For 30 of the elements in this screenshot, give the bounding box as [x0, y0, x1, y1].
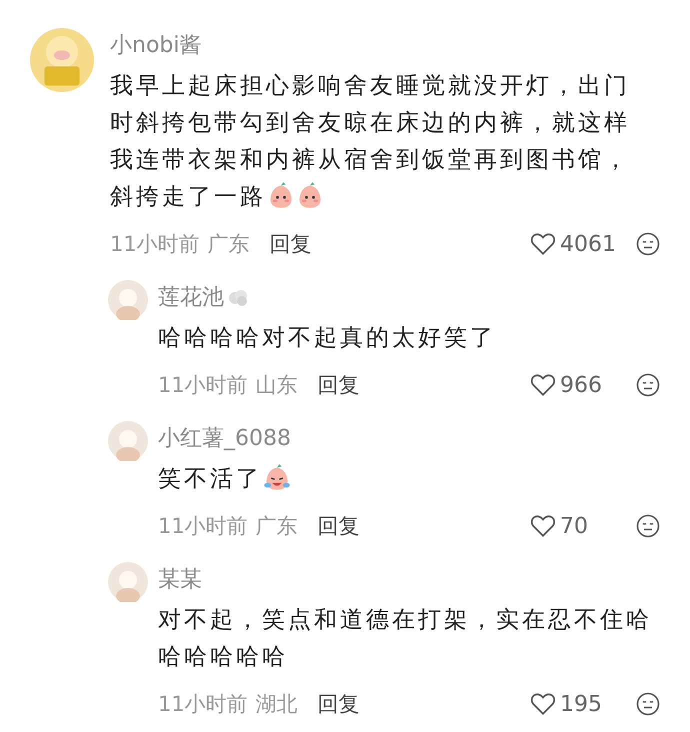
neutral-face-icon[interactable] — [636, 373, 660, 397]
cloud-icon — [226, 288, 250, 308]
reply-link[interactable]: 回复 — [318, 371, 360, 399]
comment-time: 11小时前 — [158, 372, 248, 399]
like-icon[interactable] — [530, 232, 556, 256]
comment-location: 湖北 — [256, 691, 298, 718]
like-count: 195 — [560, 692, 603, 716]
comment-location: 广东 — [256, 513, 298, 540]
comment-text: 我早上起床担心影响舍友睡觉就没开灯，出门时斜挎包带勾到舍友晾在床边的内裤，就这样我连带衣架和内裤从宿舍到饭堂再到图书馆，斜挎走了一路 — [110, 73, 630, 210]
reply-link[interactable]: 回复 — [318, 690, 360, 718]
comment-text: 对不起，笑点和道德在打架，实在忍不住哈哈哈哈哈哈 — [158, 607, 652, 670]
reply-link[interactable]: 回复 — [270, 230, 312, 258]
like-count: 4061 — [560, 232, 616, 256]
comment-text: 笑不活了 — [158, 466, 291, 492]
crying-face-icon — [263, 463, 291, 491]
like-icon[interactable] — [530, 373, 556, 397]
comment-text: 哈哈哈哈对不起真的太好笑了 — [158, 325, 496, 351]
like-icon[interactable] — [530, 514, 556, 538]
like-count: 70 — [560, 514, 589, 538]
comment-time: 11小时前 — [158, 691, 248, 718]
reply-link[interactable]: 回复 — [318, 512, 360, 540]
like-count: 966 — [560, 372, 603, 398]
neutral-face-icon[interactable] — [636, 692, 660, 716]
neutral-face-icon[interactable] — [636, 232, 660, 256]
comment-location: 山东 — [256, 372, 298, 399]
neutral-face-icon[interactable] — [636, 514, 660, 538]
comment-time: 11小时前 — [110, 231, 200, 258]
like-icon[interactable] — [530, 692, 556, 716]
comment-location: 广东 — [208, 231, 250, 258]
comment-time: 11小时前 — [158, 513, 248, 540]
